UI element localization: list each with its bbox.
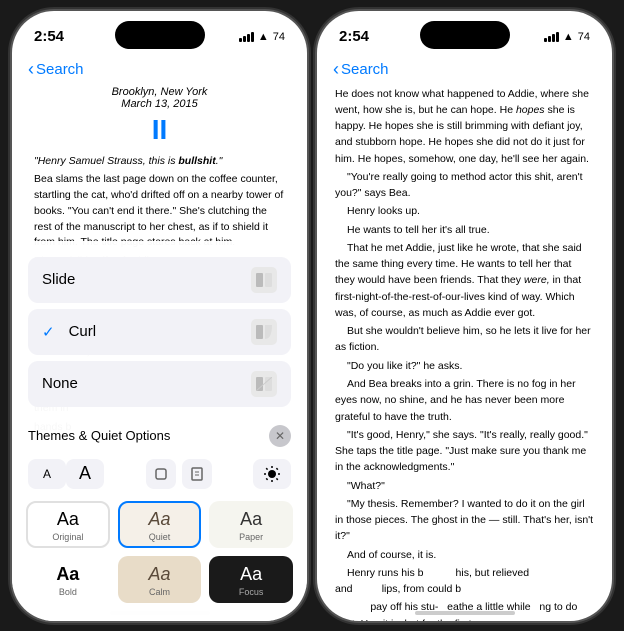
slide-option-label: Slide xyxy=(42,271,75,288)
none-option-label: None xyxy=(42,375,78,392)
theme-paper-aa: Aa xyxy=(240,509,262,530)
font-size-row: A A xyxy=(12,453,307,495)
checkmark-icon: ✓ xyxy=(42,323,55,341)
close-button[interactable]: ✕ xyxy=(269,425,291,447)
theme-focus[interactable]: Aa Focus xyxy=(209,556,293,603)
status-icons-right: ▲ 74 xyxy=(544,31,590,43)
wifi-icon-right: ▲ xyxy=(563,31,574,43)
book-chapter: II xyxy=(34,114,285,146)
curl-option-row[interactable]: ✓ Curl xyxy=(28,309,291,355)
wifi-icon: ▲ xyxy=(258,31,269,43)
book-location: Brooklyn, New York March 13, 2015 xyxy=(34,86,285,110)
dynamic-island-right xyxy=(420,21,510,49)
themes-grid: Aa Original Aa Quiet Aa Paper Aa Bold xyxy=(12,495,307,611)
theme-bold-name: Bold xyxy=(59,587,77,597)
font-icon-row xyxy=(104,459,253,489)
theme-paper-name: Paper xyxy=(239,532,263,542)
battery-icon-right: 74 xyxy=(578,31,590,43)
curl-option-label: Curl xyxy=(69,323,97,340)
themes-header: Themes & Quiet Options ✕ xyxy=(12,421,307,453)
right-phone: 2:54 ▲ 74 ‹ S xyxy=(317,11,612,621)
font-increase-button[interactable]: A xyxy=(66,459,104,489)
home-indicator-right xyxy=(415,611,515,615)
slide-option-row[interactable]: Slide xyxy=(28,257,291,303)
back-label-right: Search xyxy=(341,61,389,78)
curl-icon xyxy=(251,319,277,345)
font-style-button[interactable] xyxy=(146,459,176,489)
left-phone: 2:54 ▲ 74 ‹ S xyxy=(12,11,307,621)
dynamic-island xyxy=(115,21,205,49)
battery-icon: 74 xyxy=(273,31,285,43)
theme-calm[interactable]: Aa Calm xyxy=(118,556,202,603)
brightness-button[interactable] xyxy=(253,459,291,489)
book-content-right: He does not know what happened to Addie,… xyxy=(317,86,612,621)
back-label-left: Search xyxy=(36,61,84,78)
back-arrow-icon: ‹ xyxy=(28,59,34,80)
overlay-panel: Slide ✓ Curl xyxy=(12,241,307,621)
none-icon xyxy=(251,371,277,397)
theme-focus-aa: Aa xyxy=(240,564,262,585)
theme-quiet[interactable]: Aa Quiet xyxy=(118,501,202,548)
theme-calm-aa: Aa xyxy=(148,564,170,585)
time-left: 2:54 xyxy=(34,28,64,45)
theme-quiet-name: Quiet xyxy=(149,532,171,542)
back-arrow-icon-right: ‹ xyxy=(333,59,339,80)
signal-icon xyxy=(239,32,254,42)
theme-original[interactable]: Aa Original xyxy=(26,501,110,548)
none-option-row[interactable]: None xyxy=(28,361,291,407)
theme-original-aa: Aa xyxy=(57,509,79,530)
themes-title: Themes & Quiet Options xyxy=(28,428,170,443)
right-book-text: He does not know what happened to Addie,… xyxy=(335,86,594,621)
status-icons-left: ▲ 74 xyxy=(239,31,285,43)
theme-original-name: Original xyxy=(52,532,83,542)
signal-icon-right xyxy=(544,32,559,42)
nav-bar-right: ‹ Search xyxy=(317,55,612,86)
back-button-left[interactable]: ‹ Search xyxy=(28,59,84,80)
font-decrease-button[interactable]: A xyxy=(28,459,66,489)
time-right: 2:54 xyxy=(339,28,369,45)
back-button-right[interactable]: ‹ Search xyxy=(333,59,389,80)
theme-quiet-aa: Aa xyxy=(148,509,170,530)
theme-calm-name: Calm xyxy=(149,587,170,597)
slide-icon xyxy=(251,267,277,293)
nav-bar-left: ‹ Search xyxy=(12,55,307,86)
theme-bold-aa: Aa xyxy=(56,564,79,585)
slide-options: Slide ✓ Curl xyxy=(12,253,307,421)
theme-focus-name: Focus xyxy=(239,587,264,597)
theme-bold[interactable]: Aa Bold xyxy=(26,556,110,603)
font-book-button[interactable] xyxy=(182,459,212,489)
theme-paper[interactable]: Aa Paper xyxy=(209,501,293,548)
